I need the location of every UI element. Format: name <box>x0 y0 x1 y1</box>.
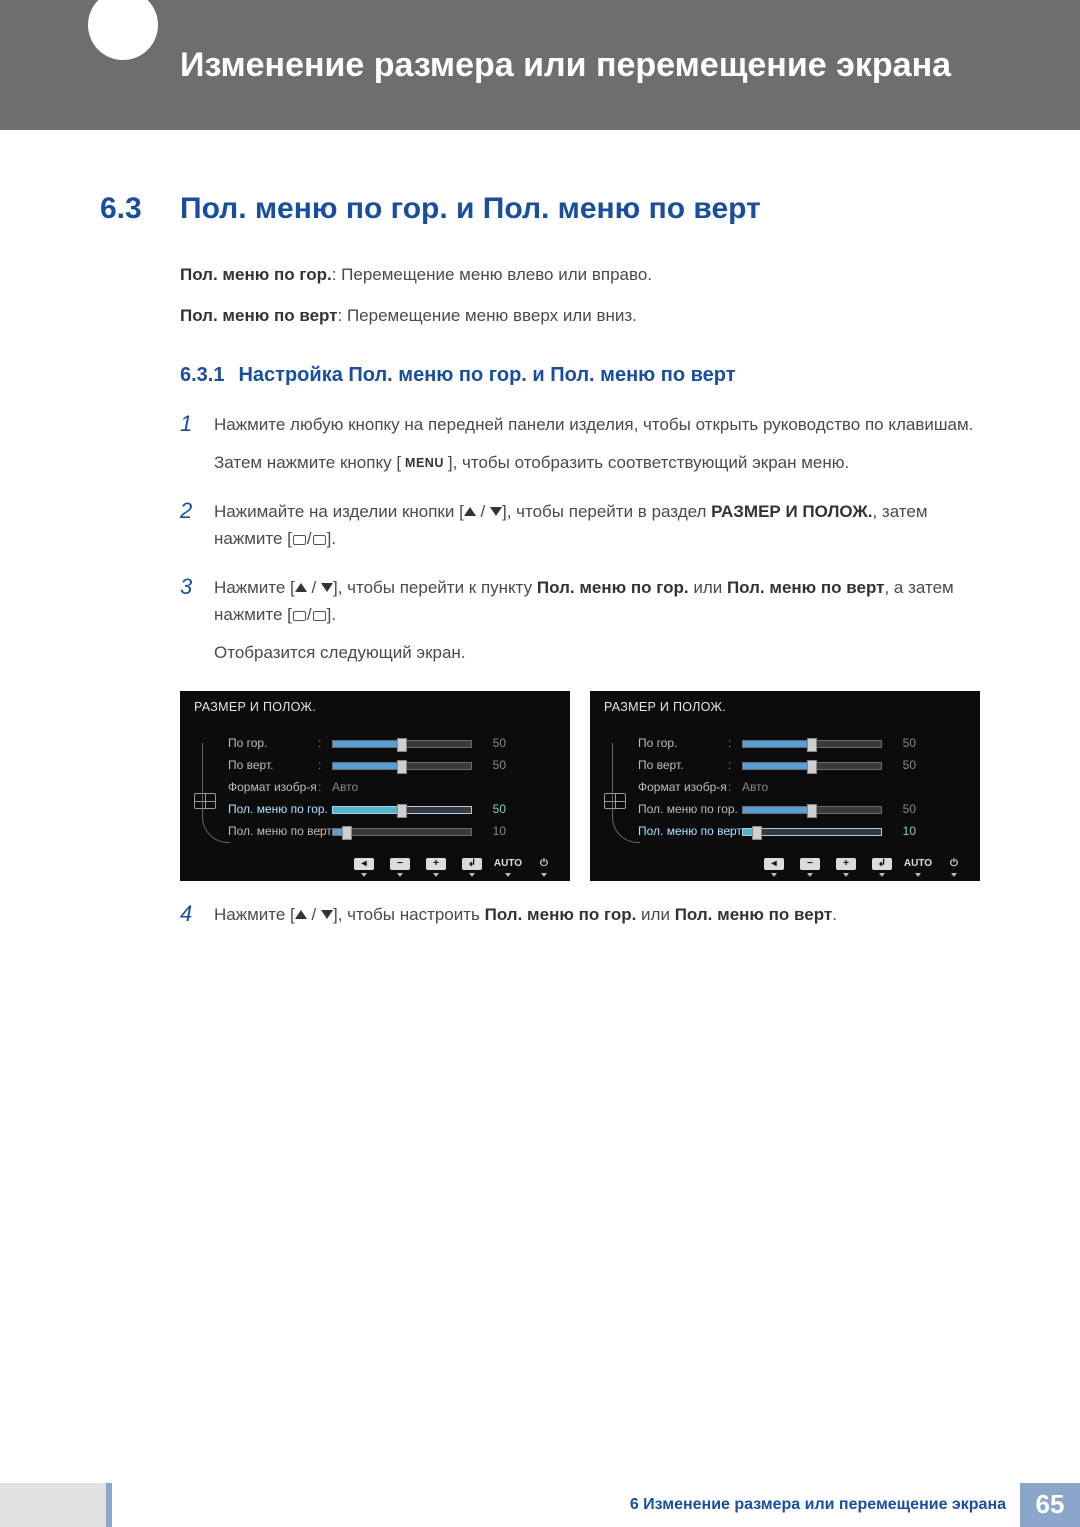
arrow-up-icon <box>295 583 307 592</box>
osd-row-selected: Пол. меню по гор. : 50 <box>198 799 552 821</box>
subsection-heading: 6.3.1 Настройка Пол. меню по гор. и Пол. … <box>180 359 980 391</box>
osd-row: Пол. меню по гор. : 50 <box>608 799 962 821</box>
arrow-up-icon <box>295 910 307 919</box>
arrow-up-icon <box>464 507 476 516</box>
size-position-icon <box>194 793 216 809</box>
osd-slider <box>332 740 472 748</box>
osd-buttons: ◂ − + ↲ AUTO ⏻ <box>180 858 570 877</box>
enter-icon <box>313 535 326 545</box>
osd-panel-right: РАЗМЕР И ПОЛОЖ. По гор. : 50 По верт. : <box>590 691 980 881</box>
osd-screenshots: РАЗМЕР И ПОЛОЖ. По гор. : 50 По верт. : <box>180 691 980 881</box>
enter-icon <box>313 611 326 621</box>
footer-spine <box>0 1483 112 1527</box>
osd-slider <box>742 828 882 836</box>
menu-chip: MENU <box>401 452 448 474</box>
footer-chapter: 6 Изменение размера или перемещение экра… <box>630 1492 1020 1518</box>
def2-bold: Пол. меню по верт <box>180 306 338 325</box>
osd-row-selected: Пол. меню по верт : 10 <box>608 821 962 843</box>
step3-p1: Нажмите [ / ], чтобы перейти к пункту По… <box>214 574 980 628</box>
section-number: 6.3 <box>100 185 180 233</box>
osd-panel-left: РАЗМЕР И ПОЛОЖ. По гор. : 50 По верт. : <box>180 691 570 881</box>
osd-auto-icon: AUTO <box>498 858 518 870</box>
arrow-down-icon <box>490 507 502 516</box>
step1-p2: Затем нажмите кнопку [MENU], чтобы отобр… <box>214 449 980 476</box>
osd-enter-icon: ↲ <box>872 858 892 870</box>
osd-slider <box>742 740 882 748</box>
osd-slider <box>332 806 472 814</box>
step4-p: Нажмите [ / ], чтобы настроить Пол. меню… <box>214 901 980 928</box>
osd-title: РАЗМЕР И ПОЛОЖ. <box>590 691 980 723</box>
osd-back-icon: ◂ <box>764 858 784 870</box>
osd-minus-icon: − <box>390 858 410 870</box>
osd-slider <box>332 828 472 836</box>
chapter-badge <box>88 0 158 60</box>
osd-slider <box>742 806 882 814</box>
osd-row: Формат изобр-я : Авто <box>198 777 552 799</box>
osd-plus-icon: + <box>426 858 446 870</box>
step3-p2: Отобразится следующий экран. <box>214 639 980 666</box>
osd-row: По верт. : 50 <box>608 755 962 777</box>
size-position-icon <box>604 793 626 809</box>
osd-plus-icon: + <box>836 858 856 870</box>
steps-list-cont: 4 Нажмите [ / ], чтобы настроить Пол. ме… <box>180 901 980 938</box>
osd-slider <box>742 762 882 770</box>
osd-power-icon: ⏻ <box>534 858 554 870</box>
header-title: Изменение размера или перемещение экрана <box>180 44 951 87</box>
subsection-title: Настройка Пол. меню по гор. и Пол. меню … <box>238 364 735 386</box>
page-footer: 6 Изменение размера или перемещение экра… <box>0 1483 1080 1527</box>
osd-row: Формат изобр-я : Авто <box>608 777 962 799</box>
step2-p: Нажимайте на изделии кнопки [ / ], чтобы… <box>214 498 980 552</box>
page-number: 65 <box>1020 1483 1080 1527</box>
step-num-2: 2 <box>180 498 214 562</box>
osd-title: РАЗМЕР И ПОЛОЖ. <box>180 691 570 723</box>
osd-row: По верт. : 50 <box>198 755 552 777</box>
osd-row: По гор. : 50 <box>608 733 962 755</box>
osd-minus-icon: − <box>800 858 820 870</box>
osd-power-icon: ⏻ <box>944 858 964 870</box>
def1-text: : Перемещение меню влево или вправо. <box>332 265 652 284</box>
enter-icon <box>293 535 306 545</box>
osd-auto-icon: AUTO <box>908 858 928 870</box>
def2-text: : Перемещение меню вверх или вниз. <box>338 306 637 325</box>
osd-slider <box>332 762 472 770</box>
step-num-4: 4 <box>180 901 214 938</box>
step-num-3: 3 <box>180 574 214 676</box>
section-title: Пол. меню по гор. и Пол. меню по верт <box>180 185 761 233</box>
subsection-number: 6.3.1 <box>180 364 224 386</box>
step1-p1: Нажмите любую кнопку на передней панели … <box>214 411 980 438</box>
osd-row: Пол. меню по верт : 10 <box>198 821 552 843</box>
step-num-1: 1 <box>180 411 214 485</box>
osd-buttons: ◂ − + ↲ AUTO ⏻ <box>590 858 980 877</box>
definitions: Пол. меню по гор.: Перемещение меню влев… <box>180 261 980 329</box>
page-header: Изменение размера или перемещение экрана <box>0 0 1080 130</box>
arrow-down-icon <box>321 910 333 919</box>
def1-bold: Пол. меню по гор. <box>180 265 332 284</box>
section-heading: 6.3 Пол. меню по гор. и Пол. меню по вер… <box>100 185 980 233</box>
osd-back-icon: ◂ <box>354 858 374 870</box>
steps-list: 1 Нажмите любую кнопку на передней панел… <box>180 411 980 675</box>
osd-row: По гор. : 50 <box>198 733 552 755</box>
arrow-down-icon <box>321 583 333 592</box>
osd-enter-icon: ↲ <box>462 858 482 870</box>
enter-icon <box>293 611 306 621</box>
